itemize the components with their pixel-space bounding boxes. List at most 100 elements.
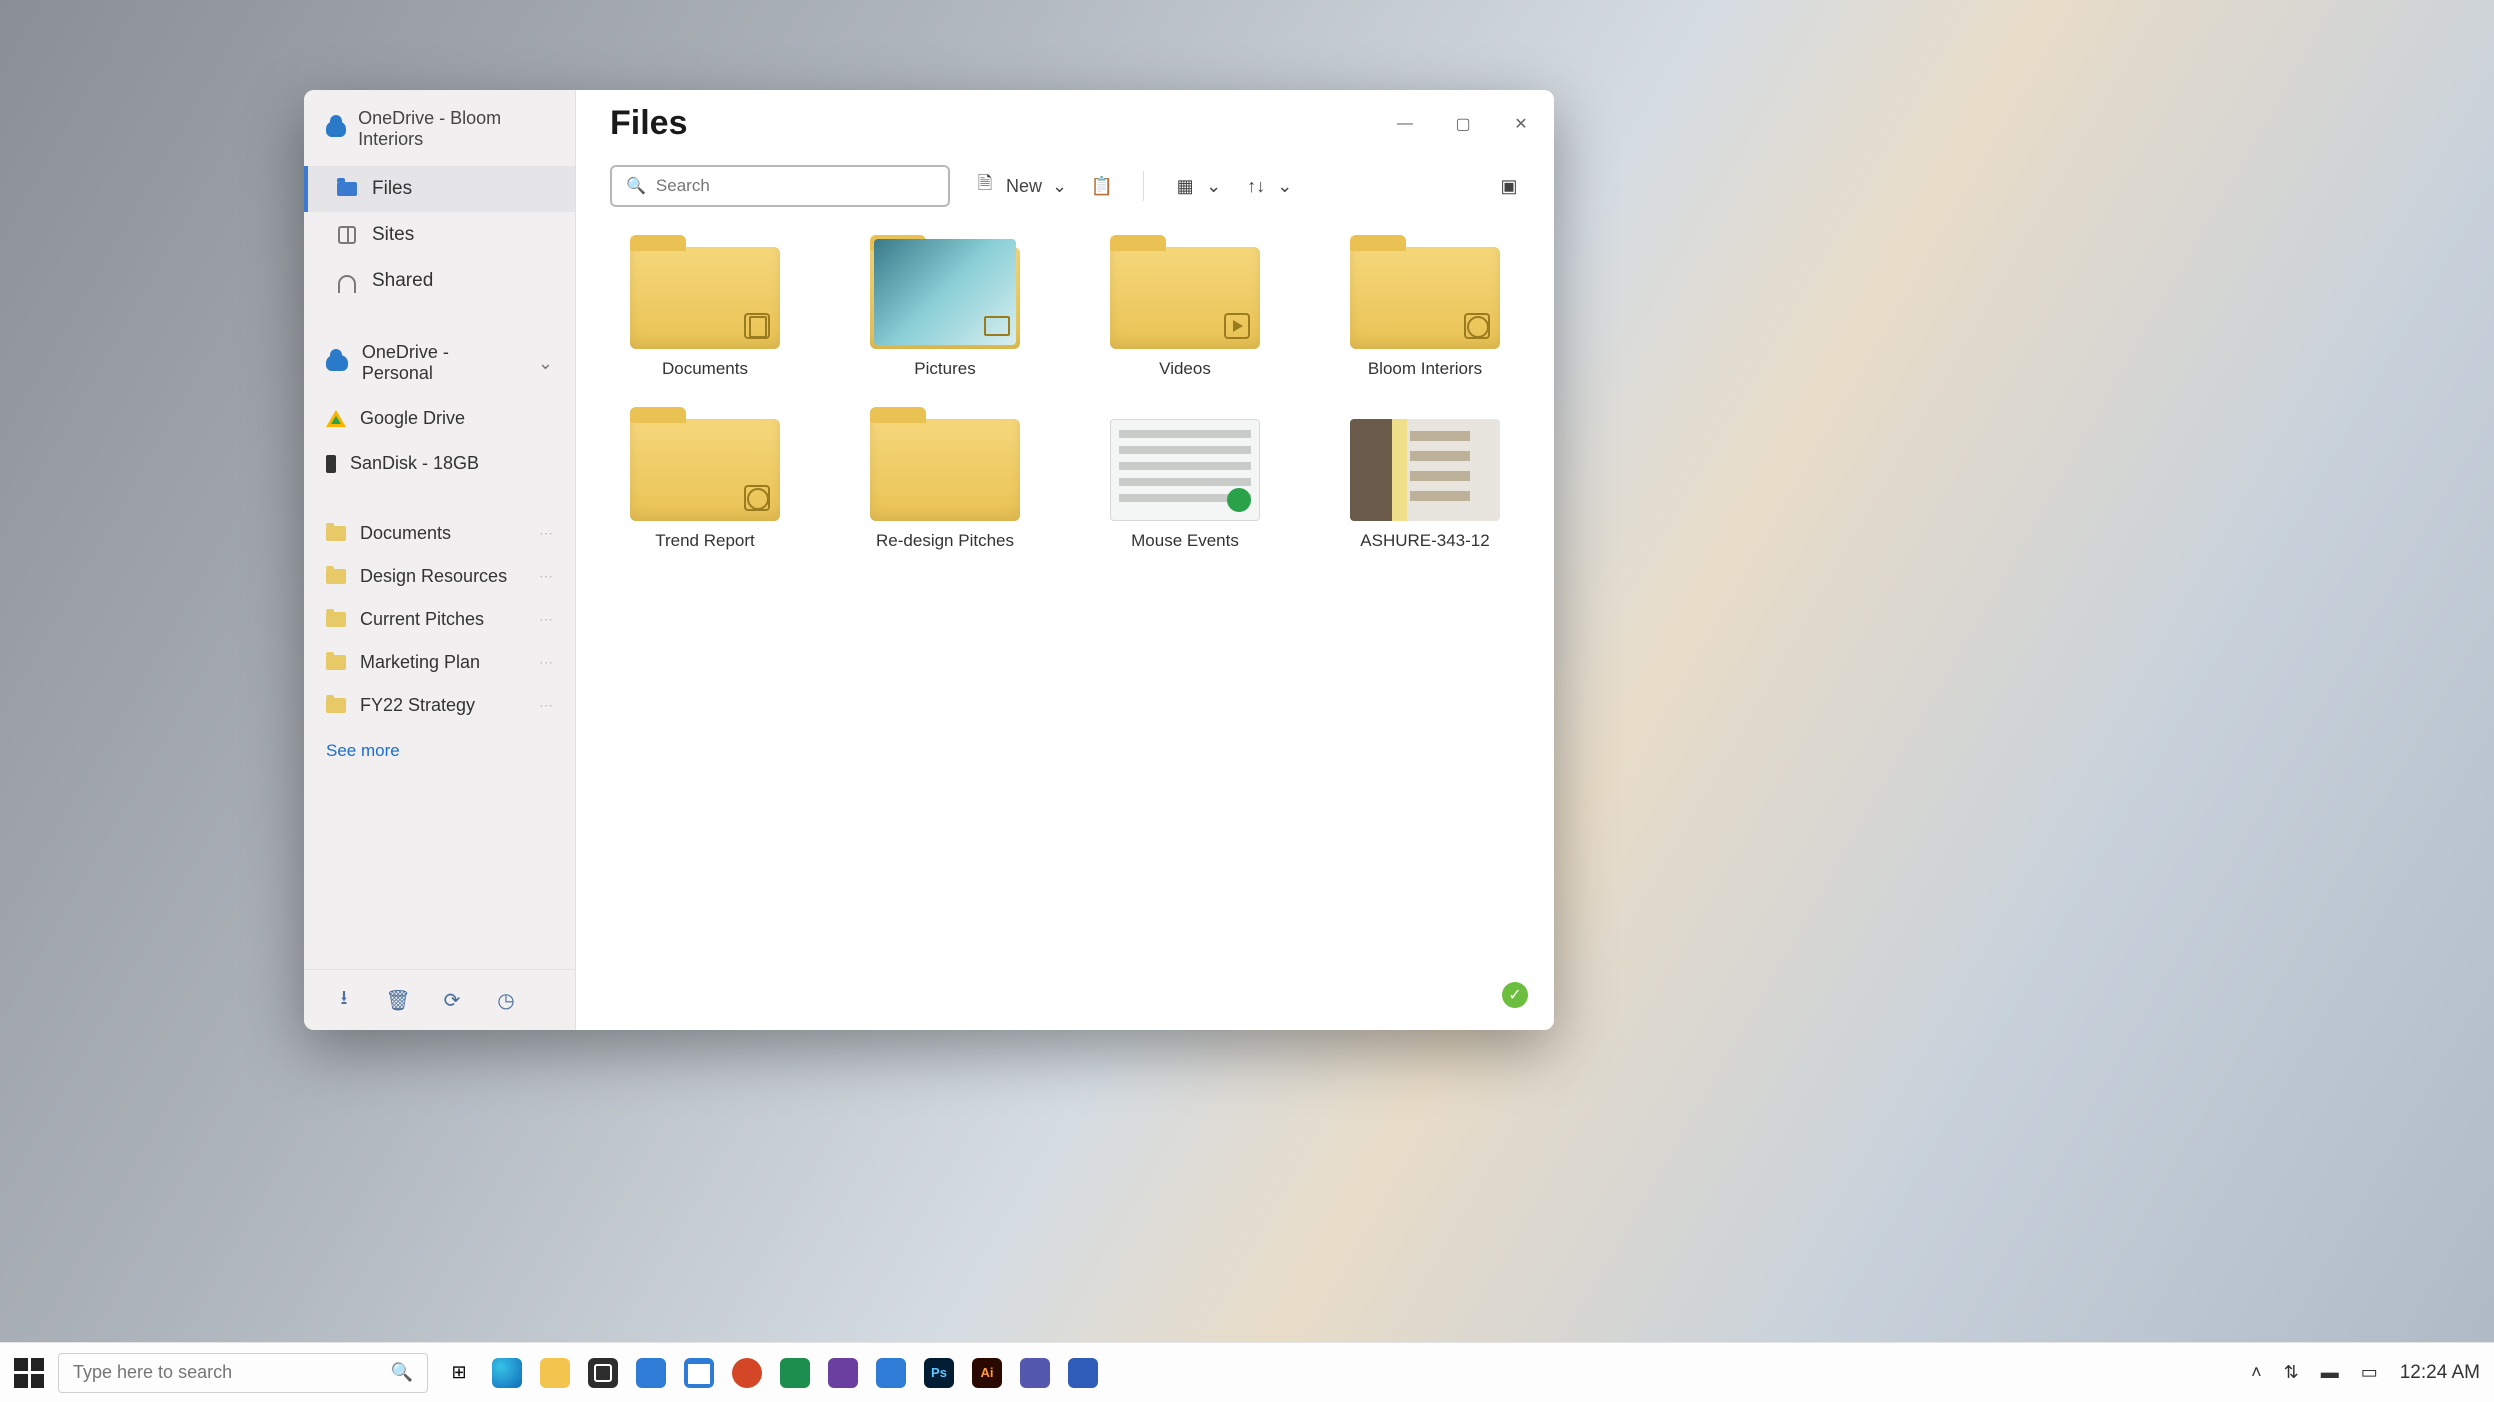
- taskbar-app-calendar[interactable]: [682, 1356, 716, 1390]
- tray-network-icon[interactable]: ⇅: [2284, 1362, 2299, 1383]
- search-input[interactable]: [656, 176, 934, 196]
- pinned-design-resources[interactable]: Design Resources ⋯: [304, 555, 575, 598]
- nav-label: Files: [372, 178, 412, 200]
- account-onedrive-personal[interactable]: OneDrive - Personal ⌄: [304, 330, 575, 396]
- sites-icon: [338, 226, 356, 244]
- account-sandisk[interactable]: SanDisk - 18GB: [304, 441, 575, 486]
- view-button[interactable]: ▦ ⌄: [1174, 175, 1221, 197]
- search-icon: 🔍: [391, 1362, 413, 1383]
- file-ashure-image[interactable]: ASHURE-343-12: [1330, 419, 1520, 551]
- folder-bloom-interiors[interactable]: Bloom Interiors: [1330, 247, 1520, 379]
- pinned-label: Current Pitches: [360, 609, 484, 630]
- photoshop-icon: Ps: [924, 1358, 954, 1388]
- videos-badge-icon: [1224, 313, 1250, 339]
- folder-pictures[interactable]: Pictures: [850, 247, 1040, 379]
- sidebar-item-files[interactable]: Files: [304, 166, 575, 212]
- shared-icon: [338, 275, 356, 293]
- taskbar-app-edge[interactable]: [490, 1356, 524, 1390]
- nav-label: Shared: [372, 270, 433, 292]
- sync-status-badge[interactable]: ✓: [1502, 982, 1528, 1008]
- taskbar-search[interactable]: 🔍: [58, 1353, 428, 1393]
- folder-icon: [630, 419, 780, 521]
- taskbar-app-visualstudio[interactable]: [826, 1356, 860, 1390]
- taskbar-app-word[interactable]: [1066, 1356, 1100, 1390]
- teams-icon: [1020, 1358, 1050, 1388]
- nav-label: Sites: [372, 224, 414, 246]
- calendar-icon: [684, 1358, 714, 1388]
- google-drive-icon: [326, 410, 346, 427]
- onedrive-icon: [326, 121, 346, 137]
- see-more-link[interactable]: See more: [304, 727, 575, 775]
- window-controls: — ▢ ✕: [1390, 109, 1536, 139]
- folder-redesign-pitches[interactable]: Re-design Pitches: [850, 419, 1040, 551]
- folder-trend-report[interactable]: Trend Report: [610, 419, 800, 551]
- folder-icon: [337, 182, 357, 196]
- sidebar-item-shared[interactable]: Shared: [304, 258, 575, 304]
- tray-battery-icon[interactable]: ▬: [2321, 1362, 2339, 1383]
- pinned-label: FY22 Strategy: [360, 695, 475, 716]
- account-header[interactable]: OneDrive - Bloom Interiors: [304, 90, 575, 164]
- pinned-label: Design Resources: [360, 566, 507, 587]
- taskbar-app-store[interactable]: [586, 1356, 620, 1390]
- pinned-marketing-plan[interactable]: Marketing Plan ⋯: [304, 641, 575, 684]
- pin-icon: ⋯: [539, 568, 553, 585]
- pinned-fy22-strategy[interactable]: FY22 Strategy ⋯: [304, 684, 575, 727]
- shared-badge-icon: [744, 485, 770, 511]
- folder-icon: [326, 698, 346, 713]
- powerpoint-icon: [732, 1358, 762, 1388]
- tray-action-center-icon[interactable]: ▭: [2361, 1362, 2378, 1383]
- item-label: Mouse Events: [1131, 531, 1239, 551]
- minimize-button[interactable]: —: [1390, 109, 1420, 139]
- sidebar-accounts: OneDrive - Personal ⌄ Google Drive SanDi…: [304, 330, 575, 486]
- sync-status-icon[interactable]: ⟳: [440, 988, 464, 1012]
- taskbar-app-teams[interactable]: [1018, 1356, 1052, 1390]
- folder-videos[interactable]: Videos: [1090, 247, 1280, 379]
- taskbar-app-illustrator[interactable]: Ai: [970, 1356, 1004, 1390]
- taskbar-app-excel[interactable]: [778, 1356, 812, 1390]
- sort-button[interactable]: ↑↓ ⌄: [1245, 175, 1292, 197]
- taskbar-clock[interactable]: 12:24 AM: [2400, 1362, 2480, 1384]
- sidebar-item-sites[interactable]: Sites: [304, 212, 575, 258]
- details-pane-button[interactable]: ▣: [1498, 175, 1520, 197]
- account-label: Google Drive: [360, 408, 465, 429]
- folder-icon: [326, 569, 346, 584]
- illustrator-icon: Ai: [972, 1358, 1002, 1388]
- search-icon: 🔍: [626, 176, 646, 196]
- pinned-documents[interactable]: Documents ⋯: [304, 512, 575, 555]
- taskbar-app-photoshop[interactable]: Ps: [922, 1356, 956, 1390]
- pinned-current-pitches[interactable]: Current Pitches ⋯: [304, 598, 575, 641]
- folder-documents[interactable]: Documents: [610, 247, 800, 379]
- search-box[interactable]: 🔍: [610, 165, 950, 207]
- tray-chevron-icon[interactable]: ˄: [2251, 1362, 2262, 1383]
- recycle-bin-icon[interactable]: 🗑: [386, 988, 410, 1012]
- taskbar-app-explorer[interactable]: [538, 1356, 572, 1390]
- maximize-button[interactable]: ▢: [1448, 109, 1478, 139]
- see-more-label: See more: [326, 741, 400, 760]
- folder-icon: [630, 247, 780, 349]
- settings-icon[interactable]: ◷: [494, 988, 518, 1012]
- taskbar-search-input[interactable]: [73, 1362, 381, 1383]
- taskbar-app-photos[interactable]: [874, 1356, 908, 1390]
- account-label: OneDrive - Personal: [362, 342, 524, 384]
- usb-drive-icon: [326, 455, 336, 473]
- account-google-drive[interactable]: Google Drive: [304, 396, 575, 441]
- sidebar-pinned: Documents ⋯ Design Resources ⋯ Current P…: [304, 512, 575, 775]
- downloads-icon[interactable]: ⭳: [332, 988, 356, 1012]
- edge-icon: [492, 1358, 522, 1388]
- file-mouse-events[interactable]: Mouse Events: [1090, 419, 1280, 551]
- item-label: Trend Report: [655, 531, 755, 551]
- taskbar-app-powerpoint[interactable]: [730, 1356, 764, 1390]
- start-button[interactable]: [14, 1358, 44, 1388]
- chevron-down-icon: ⌄: [1277, 176, 1292, 197]
- pin-icon: ⋯: [539, 525, 553, 542]
- pinned-label: Marketing Plan: [360, 652, 480, 673]
- close-button[interactable]: ✕: [1506, 109, 1536, 139]
- task-view-button[interactable]: ⊞: [442, 1356, 476, 1390]
- page-title: Files: [610, 104, 687, 143]
- new-button[interactable]: 🗎 New ⌄: [974, 175, 1067, 197]
- sidebar-bottom-actions: ⭳ 🗑 ⟳ ◷: [304, 969, 575, 1030]
- shared-badge-icon: [1464, 313, 1490, 339]
- taskbar-app-mail[interactable]: [634, 1356, 668, 1390]
- paste-button[interactable]: 📋: [1091, 175, 1113, 197]
- chevron-down-icon: ⌄: [1206, 176, 1221, 197]
